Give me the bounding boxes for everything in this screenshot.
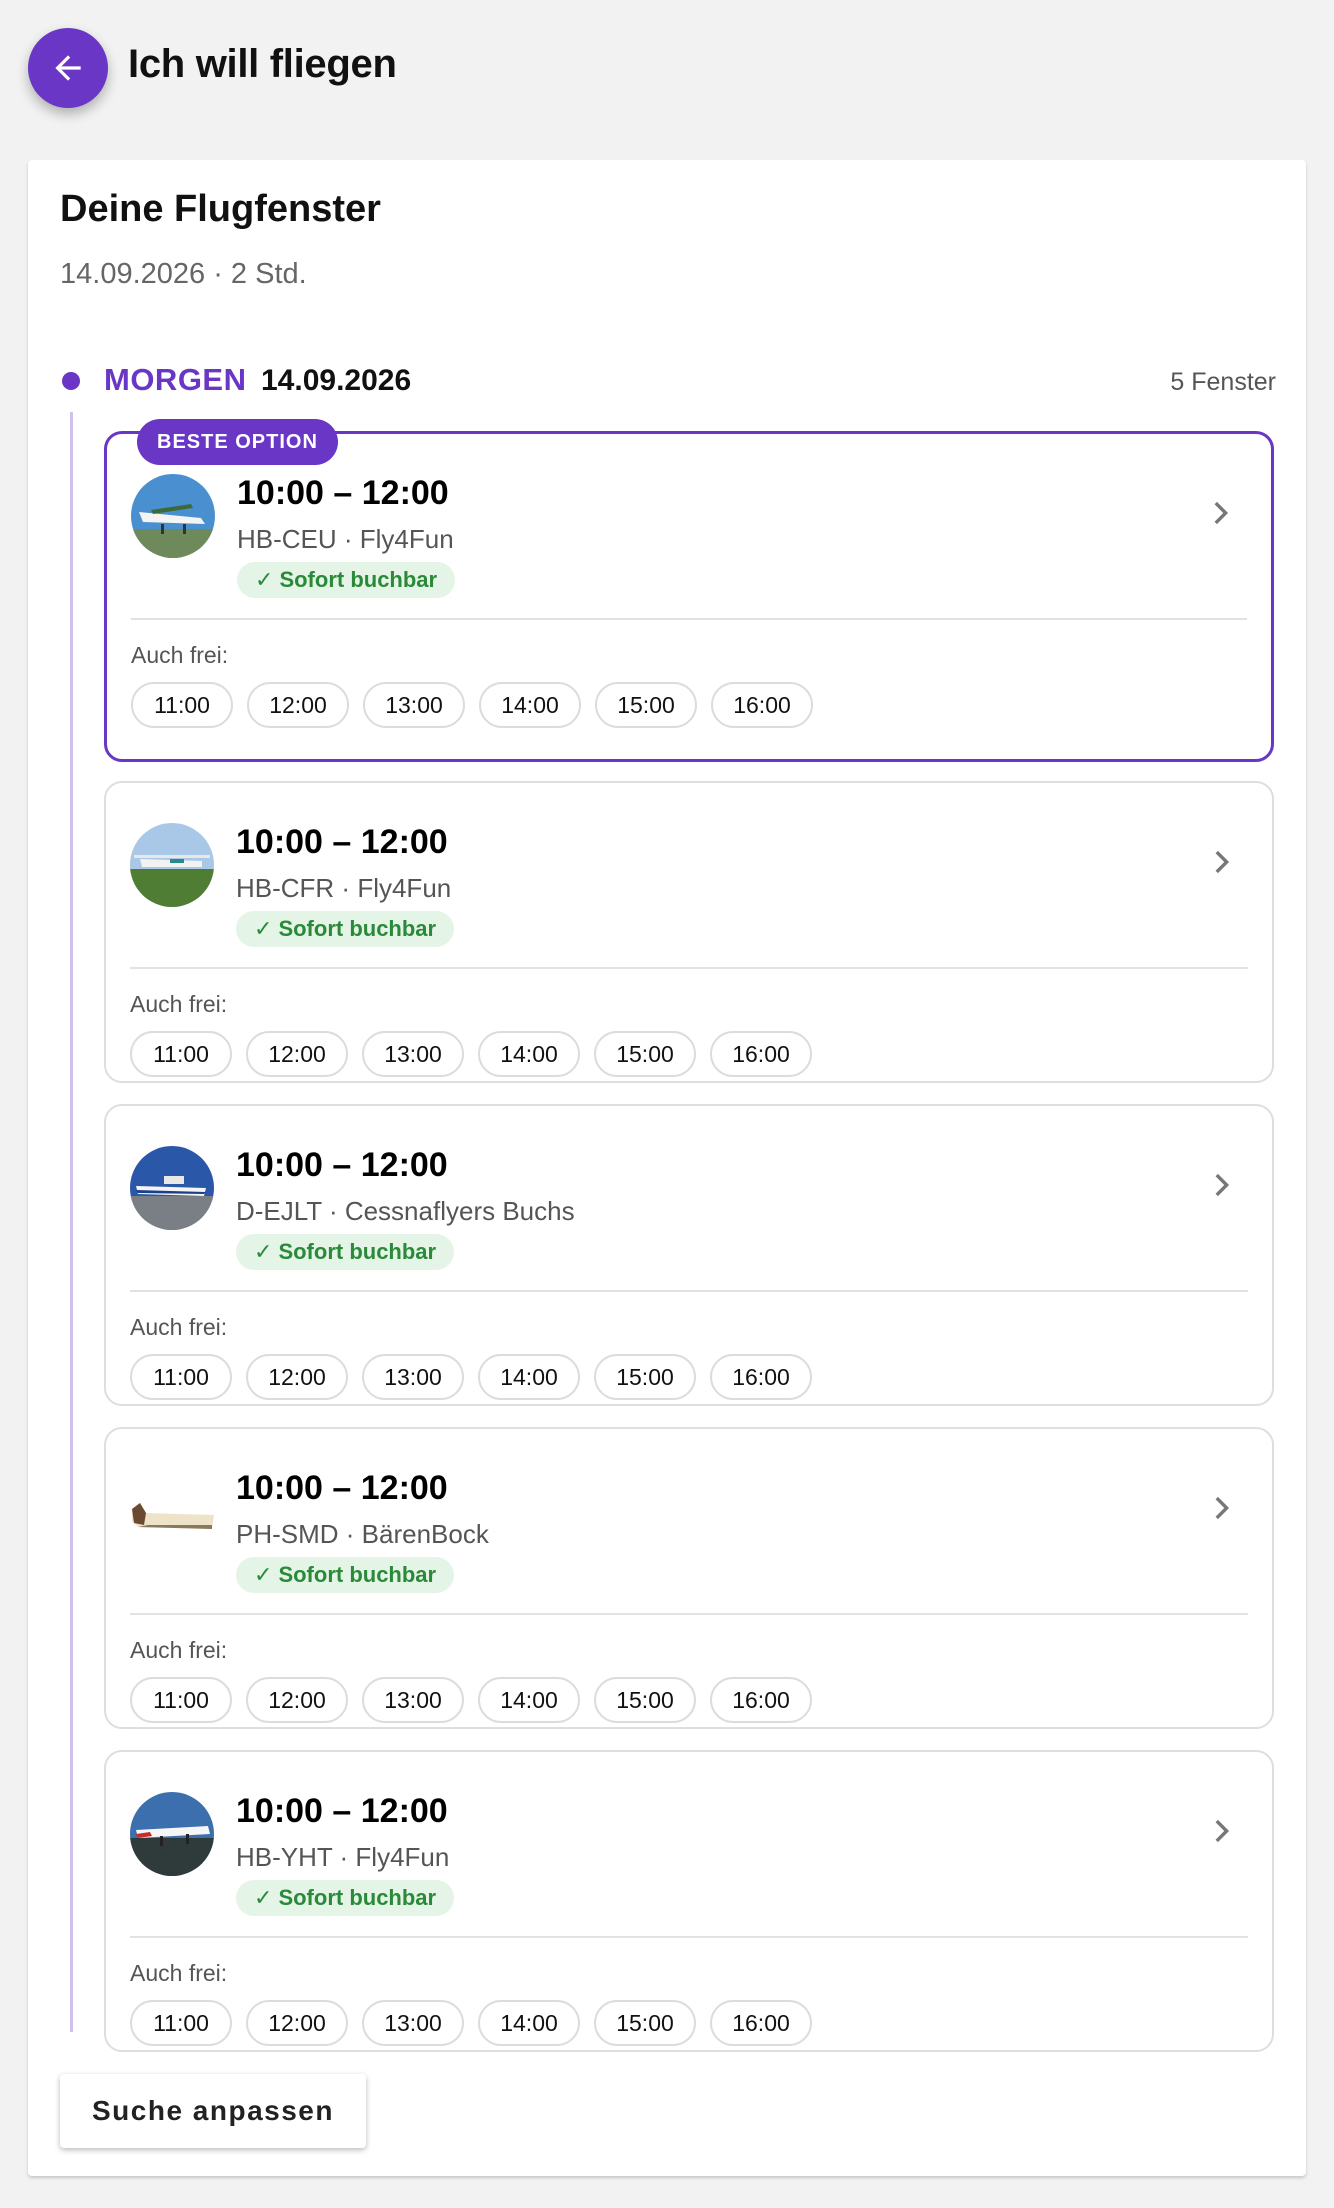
aircraft-photo [130,1469,214,1553]
slot-chips: 11:00 12:00 13:00 14:00 15:00 16:00 [130,1031,812,1077]
chevron-right-icon [1214,501,1229,525]
slot-chip[interactable]: 16:00 [710,1677,812,1723]
slot-chip[interactable]: 12:00 [246,1354,348,1400]
chevron-right-icon [1215,1496,1230,1520]
slot-chip[interactable]: 13:00 [362,1031,464,1077]
page-title: Ich will fliegen [128,42,397,86]
slot-chip[interactable]: 16:00 [710,2000,812,2046]
chevron-right-icon [1215,1819,1230,1843]
slot-chip[interactable]: 11:00 [130,1354,232,1400]
day-date: 14.09.2026 [261,364,412,397]
time-range: 10:00 – 12:00 [237,474,449,512]
slot-chips: 11:00 12:00 13:00 14:00 15:00 16:00 [130,1354,812,1400]
time-range: 10:00 – 12:00 [236,1792,448,1830]
day-label: MORGEN [104,362,247,397]
check-icon: ✓ [254,1885,273,1910]
slot-chip[interactable]: 15:00 [595,682,697,728]
aircraft-photo [130,1792,214,1876]
flight-window-card[interactable]: 10:00 – 12:00 D-EJLT · Cessnaflyers Buch… [104,1104,1274,1406]
also-free-label: Auch frei: [130,991,228,1017]
aircraft-operator: D-EJLT · Cessnaflyers Buchs [236,1196,575,1226]
slot-chip[interactable]: 16:00 [710,1031,812,1077]
slot-chip[interactable]: 11:00 [131,682,233,728]
check-icon: ✓ [254,916,273,941]
slot-chip[interactable]: 15:00 [594,2000,696,2046]
aircraft-operator: HB-YHT · Fly4Fun [236,1842,450,1872]
slot-chip[interactable]: 11:00 [130,1677,232,1723]
slot-chip[interactable]: 13:00 [362,1354,464,1400]
slot-chip[interactable]: 16:00 [711,682,813,728]
slot-chip[interactable]: 14:00 [478,1677,580,1723]
slot-chip[interactable]: 13:00 [363,682,465,728]
flight-window-card[interactable]: 10:00 – 12:00 PH-SMD · BärenBock ✓ Sofor… [104,1427,1274,1729]
panel-subtitle: 14.09.2026 · 2 Std. [60,258,307,290]
aircraft-operator: PH-SMD · BärenBock [236,1519,489,1549]
top-bar: Ich will fliegen [0,0,1334,150]
bookable-label: Sofort buchbar [278,916,437,941]
slot-chip[interactable]: 15:00 [594,1354,696,1400]
time-range: 10:00 – 12:00 [236,1146,448,1184]
bookable-badge: ✓ Sofort buchbar [236,1234,455,1270]
chevron-right-icon [1215,850,1230,874]
also-free-label: Auch frei: [131,642,229,668]
best-option-badge: BESTE OPTION [137,419,338,465]
check-icon: ✓ [255,567,274,592]
also-free-label: Auch frei: [130,1637,228,1663]
divider [130,1613,1248,1615]
chevron-right-icon [1215,1173,1230,1197]
divider [130,967,1248,969]
slot-chip[interactable]: 14:00 [479,682,581,728]
slot-chip[interactable]: 12:00 [246,1677,348,1723]
adjust-search-button[interactable]: Suche anpassen [60,2074,366,2148]
window-count: 5 Fenster [1170,368,1276,396]
check-icon: ✓ [254,1562,273,1587]
slot-chip[interactable]: 14:00 [478,1031,580,1077]
bookable-label: Sofort buchbar [278,1239,437,1264]
back-button[interactable] [28,28,108,108]
divider [131,618,1247,620]
bookable-badge: ✓ Sofort buchbar [236,911,455,947]
slot-chip[interactable]: 16:00 [710,1354,812,1400]
also-free-label: Auch frei: [130,1960,228,1986]
timeline-line [70,412,73,2032]
divider [130,1290,1248,1292]
aircraft-operator: HB-CEU · Fly4Fun [237,524,454,554]
slot-chips: 11:00 12:00 13:00 14:00 15:00 16:00 [131,682,813,728]
bookable-badge: ✓ Sofort buchbar [236,1557,455,1593]
time-range: 10:00 – 12:00 [236,823,448,861]
aircraft-operator: HB-CFR · Fly4Fun [236,873,452,903]
bookable-label: Sofort buchbar [279,567,438,592]
also-free-label: Auch frei: [130,1314,228,1340]
check-icon: ✓ [254,1239,273,1264]
divider [130,1936,1248,1938]
slot-chip[interactable]: 11:00 [130,1031,232,1077]
slot-chip[interactable]: 13:00 [362,2000,464,2046]
aircraft-photo [130,1146,214,1230]
bookable-badge: ✓ Sofort buchbar [236,1880,455,1916]
bookable-label: Sofort buchbar [278,1562,437,1587]
slot-chip[interactable]: 15:00 [594,1031,696,1077]
bookable-badge: ✓ Sofort buchbar [237,562,456,598]
slot-chip[interactable]: 13:00 [362,1677,464,1723]
slot-chip[interactable]: 12:00 [246,1031,348,1077]
flight-windows-panel: Deine Flugfenster 14.09.2026 · 2 Std. MO… [28,160,1306,2176]
slot-chips: 11:00 12:00 13:00 14:00 15:00 16:00 [130,1677,812,1723]
flight-window-card[interactable]: 10:00 – 12:00 HB-YHT · Fly4Fun ✓ Sofort … [104,1750,1274,2052]
slot-chip[interactable]: 15:00 [594,1677,696,1723]
aircraft-photo [130,823,214,907]
slot-chips: 11:00 12:00 13:00 14:00 15:00 16:00 [130,2000,812,2046]
arrow-left-icon [55,55,81,81]
bookable-label: Sofort buchbar [278,1885,437,1910]
flight-window-card[interactable]: BESTE OPTION 10:00 – 12:00 HB-CEU · Fly4… [104,419,1274,762]
aircraft-photo [131,474,215,558]
slot-chip[interactable]: 14:00 [478,2000,580,2046]
slot-chip[interactable]: 11:00 [130,2000,232,2046]
time-range: 10:00 – 12:00 [236,1469,448,1507]
flight-window-card[interactable]: 10:00 – 12:00 HB-CFR · Fly4Fun ✓ Sofort … [104,781,1274,1083]
slot-chip[interactable]: 12:00 [246,2000,348,2046]
slot-chip[interactable]: 14:00 [478,1354,580,1400]
timeline-dot [62,372,80,390]
panel-title: Deine Flugfenster [60,188,381,230]
slot-chip[interactable]: 12:00 [247,682,349,728]
